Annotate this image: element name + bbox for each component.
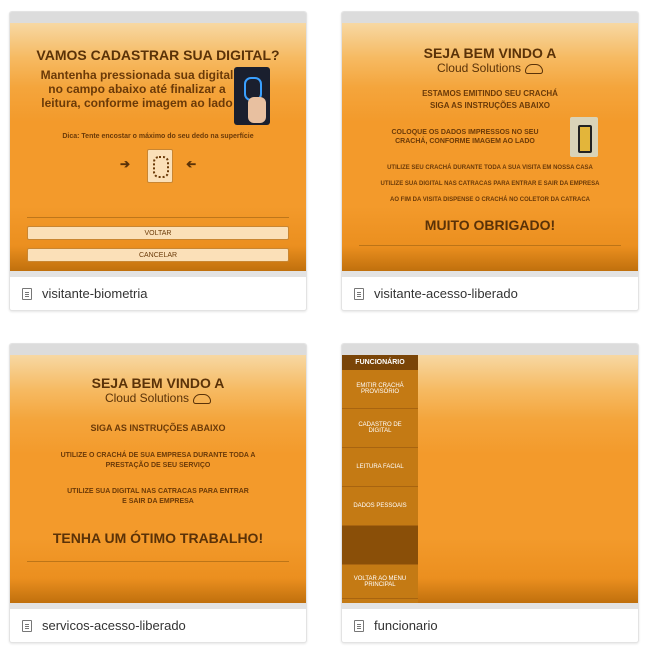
card-topbar [10, 12, 306, 23]
line-2: UTILIZE O CRACHÁ DE SUA EMPRESA DURANTE … [60, 452, 256, 459]
arrow-left-icon: ➔ [186, 157, 197, 171]
thumb-subtitle: Cloud Solutions [10, 391, 306, 405]
closing-text: MUITO OBRIGADO! [424, 217, 556, 233]
thumb-tip: Dica: Tente encostar o máximo do seu ded… [62, 133, 254, 140]
subtitle-text: Cloud Solutions [104, 391, 190, 405]
card-thumbnail[interactable]: VAMOS CADASTRAR SUA DIGITAL? Mantenha pr… [10, 23, 306, 271]
card-label[interactable]: visitante-biometria [42, 286, 148, 301]
menu-item-emitir-cracha[interactable]: EMITIR CRACHÁ PROVISÓRIO [342, 370, 418, 409]
card-topbar [342, 344, 638, 355]
cancelar-button[interactable]: CANCELAR [27, 248, 289, 262]
card-footer[interactable]: servicos-acesso-liberado [10, 609, 306, 642]
sidebar-menu: FUNCIONÁRIO EMITIR CRACHÁ PROVISÓRIO CAD… [342, 355, 418, 603]
line-1: SIGA AS INSTRUÇÕES ABAIXO [90, 423, 226, 433]
card-thumbnail[interactable]: SEJA BEM VINDO A Cloud Solutions SIGA AS… [10, 355, 306, 603]
card-funcionario[interactable]: FUNCIONÁRIO EMITIR CRACHÁ PROVISÓRIO CAD… [341, 343, 639, 643]
thumb-body: Mantenha pressionada sua digital no camp… [40, 68, 234, 110]
file-icon [22, 287, 32, 300]
card-thumbnail[interactable]: FUNCIONÁRIO EMITIR CRACHÁ PROVISÓRIO CAD… [342, 355, 638, 603]
fingerprint-phone-image [234, 67, 270, 125]
closing-text: TENHA UM ÓTIMO TRABALHO! [52, 530, 264, 546]
card-visitante-biometria[interactable]: VAMOS CADASTRAR SUA DIGITAL? Mantenha pr… [9, 11, 307, 311]
thumb-title: VAMOS CADASTRAR SUA DIGITAL? [36, 47, 280, 63]
card-visitante-acesso-liberado[interactable]: SEJA BEM VINDO A Cloud Solutions ESTAMOS… [341, 11, 639, 311]
line-4: CRACHÁ, CONFORME IMAGEM AO LADO [395, 138, 535, 145]
menu-item-cadastro-digital[interactable]: CADASTRO DE DIGITAL [342, 409, 418, 448]
badge-image [570, 117, 598, 157]
fingerprint-icon [147, 149, 173, 183]
menu-item-voltar[interactable]: VOLTAR AO MENU PRINCIPAL [342, 565, 418, 599]
card-label[interactable]: visitante-acesso-liberado [374, 286, 518, 301]
line-7: AO FIM DA VISITA DISPENSE O CRACHÁ NO CO… [389, 197, 590, 203]
thumb-subtitle: Cloud Solutions [342, 61, 638, 75]
menu-title: FUNCIONÁRIO [342, 355, 418, 370]
thumb-title: SEJA BEM VINDO A [91, 375, 225, 391]
card-servicos-acesso-liberado[interactable]: SEJA BEM VINDO A Cloud Solutions SIGA AS… [9, 343, 307, 643]
line-6: UTILIZE SUA DIGITAL NAS CATRACAS PARA EN… [380, 181, 600, 187]
file-icon [354, 287, 364, 300]
card-topbar [10, 344, 306, 355]
line-5: E SAIR DA EMPRESA [122, 498, 194, 505]
subtitle-text: Cloud Solutions [436, 61, 522, 75]
card-label[interactable]: servicos-acesso-liberado [42, 618, 186, 633]
file-icon [22, 619, 32, 632]
thumb-title: SEJA BEM VINDO A [423, 45, 557, 61]
card-footer[interactable]: funcionario [342, 609, 638, 642]
cloud-icon [193, 393, 212, 404]
line-3: COLOQUE OS DADOS IMPRESSOS NO SEU [391, 129, 539, 136]
file-icon [354, 619, 364, 632]
line-3: PRESTAÇÃO DE SEU SERVIÇO [105, 462, 211, 469]
line-1: ESTAMOS EMITINDO SEU CRACHÁ [422, 89, 558, 98]
divider [27, 561, 289, 562]
arrow-right-icon: ➔ [120, 157, 131, 171]
line-4: UTILIZE SUA DIGITAL NAS CATRACAS PARA EN… [67, 488, 249, 495]
card-label[interactable]: funcionario [374, 618, 438, 633]
line-2: SIGA AS INSTRUÇÕES ABAIXO [429, 101, 550, 110]
divider [27, 217, 289, 218]
cloud-icon [525, 63, 544, 74]
divider [359, 245, 621, 246]
line-5: UTILIZE SEU CRACHÁ DURANTE TODA A SUA VI… [387, 165, 593, 171]
voltar-button[interactable]: VOLTAR [27, 226, 289, 240]
menu-item-leitura-facial[interactable]: LEITURA FACIAL [342, 448, 418, 487]
menu-item-dados-pessoais[interactable]: DADOS PESSOAIS [342, 487, 418, 526]
menu-item-empty [342, 526, 418, 565]
card-topbar [342, 12, 638, 23]
card-footer[interactable]: visitante-biometria [10, 277, 306, 310]
card-footer[interactable]: visitante-acesso-liberado [342, 277, 638, 310]
card-thumbnail[interactable]: SEJA BEM VINDO A Cloud Solutions ESTAMOS… [342, 23, 638, 271]
